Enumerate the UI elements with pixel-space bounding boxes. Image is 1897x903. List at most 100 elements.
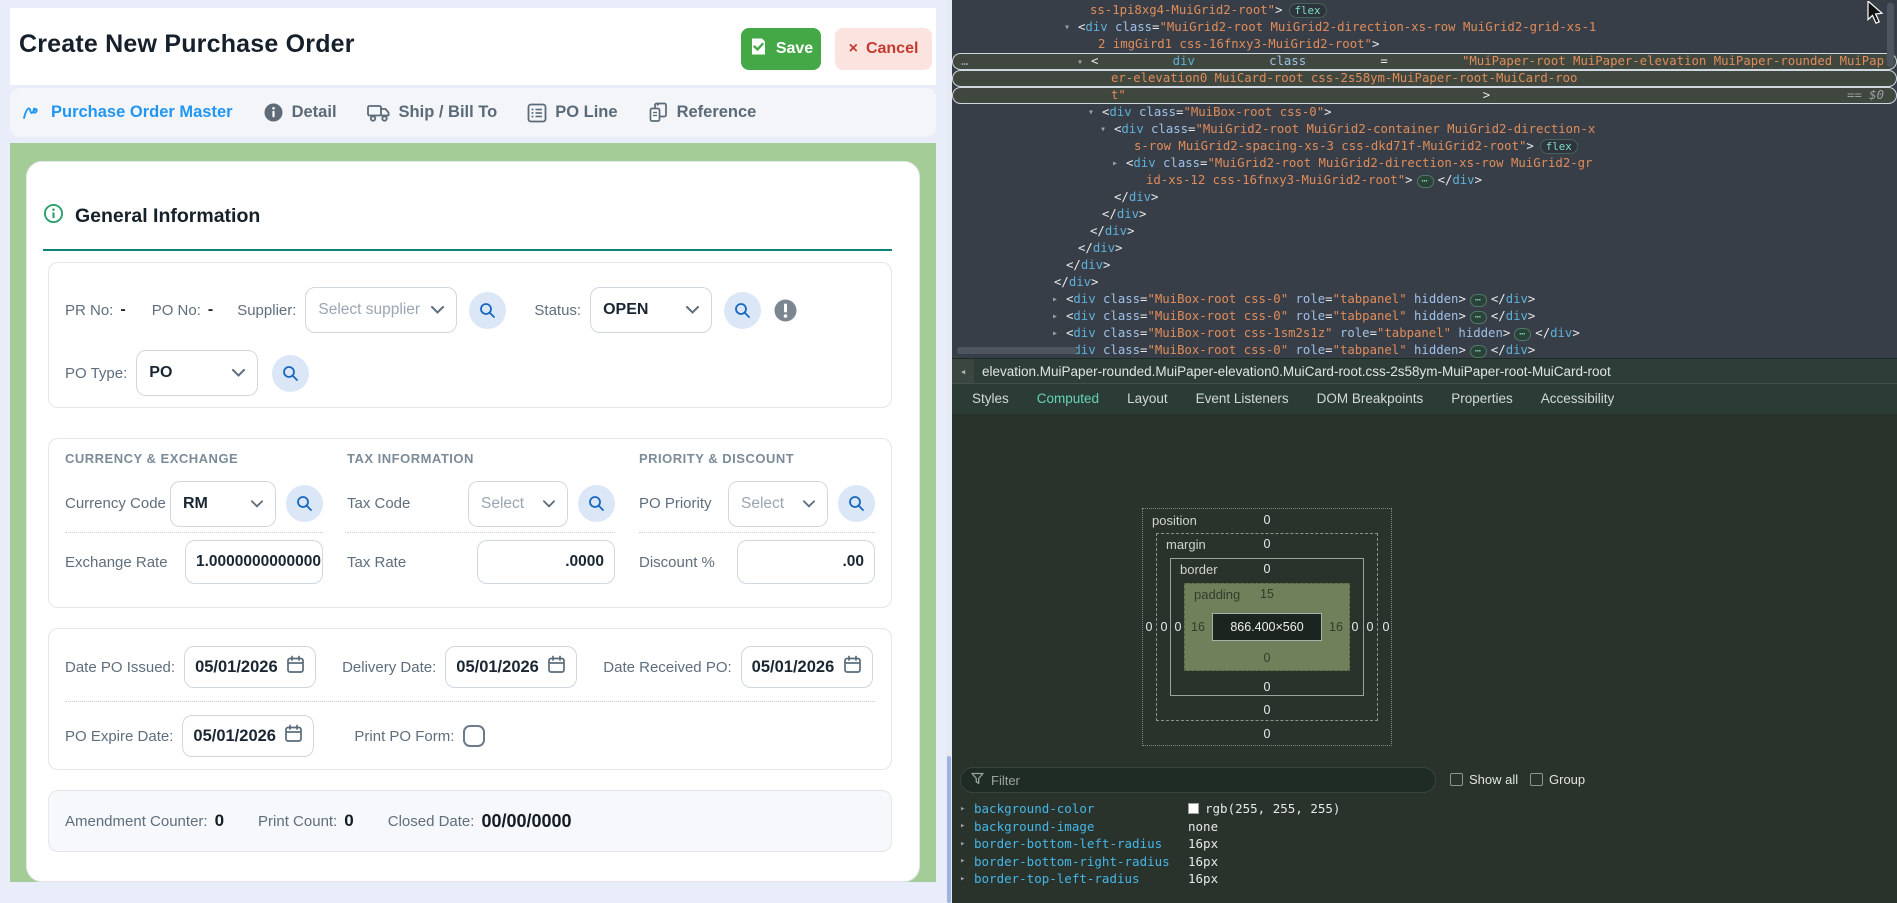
expand-arrow-closed-icon[interactable]: ▸	[1052, 325, 1058, 342]
dom-tree-node[interactable]: …▾<div class="MuiPaper-root MuiPaper-ele…	[952, 53, 1897, 70]
expand-arrow-open-icon[interactable]: ▾	[1064, 19, 1070, 36]
save-button[interactable]: Save	[741, 28, 821, 70]
tab-purchase-order-master[interactable]: Purchase Order Master	[22, 102, 233, 123]
show-all-checkbox[interactable]	[1450, 773, 1463, 786]
computed-property-row[interactable]: ▸border-bottom-right-radius16px	[952, 853, 1897, 871]
color-swatch-icon[interactable]	[1188, 803, 1199, 814]
dom-tree-node[interactable]: </div>	[952, 240, 1897, 257]
dom-tree-node[interactable]: ▸<div class="MuiGrid2-root MuiGrid2-dire…	[952, 155, 1897, 172]
dom-tree-node[interactable]: ss-1pi8xg4-MuiGrid2-root">flex	[952, 2, 1897, 19]
dom-tree-node[interactable]: id-xs-12 css-16fnxy3-MuiGrid2-root">⋯</d…	[952, 172, 1897, 189]
devtools-tab-layout[interactable]: Layout	[1113, 384, 1182, 414]
computed-property-row[interactable]: ▸border-bottom-left-radius16px	[952, 835, 1897, 853]
po-priority-label: PO Priority	[639, 495, 712, 512]
dom-tree-node[interactable]: 2 imgGird1 css-16fnxy3-MuiGrid2-root">	[952, 36, 1897, 53]
node-options-dots[interactable]: …	[961, 53, 968, 70]
tab-detail[interactable]: Detail	[263, 102, 337, 123]
supplier-select[interactable]: Select supplier	[305, 287, 457, 333]
expand-arrow-closed-icon[interactable]: ▸	[1052, 291, 1058, 308]
devtools-tab-event-listeners[interactable]: Event Listeners	[1182, 384, 1303, 414]
pr-no-label: PR No:	[65, 302, 113, 319]
dom-tree-node[interactable]: ▾<div class="MuiGrid2-root MuiGrid2-dire…	[952, 19, 1897, 36]
status-search-button[interactable]	[724, 292, 761, 329]
discount-input[interactable]: .00	[737, 540, 875, 584]
dom-tree-node[interactable]: ▸<div class="MuiBox-root css-0" role="ta…	[952, 342, 1897, 358]
devtools-horizontal-scrollbar[interactable]	[957, 347, 1077, 354]
tax-code-search-button[interactable]	[578, 485, 615, 522]
po-expire-date-input[interactable]: 05/01/2026	[182, 715, 314, 757]
computed-property-row[interactable]: ▸background-imagenone	[952, 818, 1897, 836]
expand-arrow-closed-icon[interactable]: ▸	[1052, 308, 1058, 325]
group-checkbox[interactable]	[1530, 773, 1543, 786]
expand-inline-icon[interactable]: ⋯	[1417, 175, 1434, 188]
po-priority-select[interactable]: Select	[728, 481, 828, 527]
devtools-tab-properties[interactable]: Properties	[1437, 384, 1527, 414]
devtools-tab-computed[interactable]: Computed	[1023, 384, 1113, 414]
scrollbar-thumb[interactable]	[947, 756, 951, 903]
chevron-down-icon	[251, 495, 263, 513]
devtools-tab-dom-breakpoints[interactable]: DOM Breakpoints	[1303, 384, 1438, 414]
tab-reference[interactable]: Reference	[648, 102, 757, 123]
po-type-search-button[interactable]	[272, 355, 309, 392]
currency-select[interactable]: RM	[170, 481, 276, 527]
expand-arrow-closed-icon[interactable]: ▸	[960, 856, 974, 866]
expand-arrow-closed-icon[interactable]: ▸	[960, 804, 974, 814]
po-priority-search-button[interactable]	[838, 485, 875, 522]
dom-tree-node[interactable]: ▸<div class="MuiBox-root css-0" role="ta…	[952, 291, 1897, 308]
filter-input[interactable]: Filter	[960, 767, 1436, 793]
status-select[interactable]: OPEN	[590, 287, 712, 333]
tax-code-select[interactable]: Select	[468, 481, 568, 527]
expand-inline-icon[interactable]: ⋯	[1514, 328, 1531, 341]
dom-tree-node[interactable]: </div>	[952, 223, 1897, 240]
flex-badge[interactable]: flex	[1289, 3, 1327, 18]
cancel-button[interactable]: × Cancel	[835, 28, 932, 70]
chevron-down-icon	[686, 301, 699, 319]
devtools-vertical-scrollbar[interactable]	[1887, 3, 1894, 67]
dom-tree-node[interactable]: er-elevation0 MuiCard-root css-2s58ym-Mu…	[952, 70, 1897, 87]
delivery-date-input[interactable]: 05/01/2026	[445, 646, 577, 688]
expand-arrow-closed-icon[interactable]: ▸	[960, 821, 974, 831]
expand-arrow-closed-icon[interactable]: ▸	[1112, 155, 1118, 172]
print-po-form-checkbox[interactable]	[463, 725, 485, 747]
dom-tree-node[interactable]: </div>	[952, 206, 1897, 223]
computed-property-row[interactable]: ▸background-colorrgb(255, 255, 255)	[952, 800, 1897, 818]
code-token: div	[1452, 173, 1474, 187]
devtools-tab-accessibility[interactable]: Accessibility	[1527, 384, 1629, 414]
tab-ship-bill-to[interactable]: Ship / Bill To	[367, 103, 498, 123]
devtools-tab-styles[interactable]: Styles	[958, 384, 1023, 414]
dom-tree-node[interactable]: ▾<div class="MuiGrid2-root MuiGrid2-cont…	[952, 121, 1897, 138]
computed-property-row[interactable]: ▸border-top-left-radius16px	[952, 870, 1897, 888]
alert-icon	[773, 298, 798, 323]
expand-inline-icon[interactable]: ⋯	[1470, 294, 1487, 307]
dom-tree-node[interactable]: ▾<div class="MuiBox-root css-0">	[952, 104, 1897, 121]
currency-search-button[interactable]	[286, 485, 323, 522]
tax-rate-input[interactable]: .0000	[477, 540, 615, 584]
dom-tree-node[interactable]: ▸<div class="MuiBox-root css-1sm2s1z" ro…	[952, 325, 1897, 342]
flex-badge[interactable]: flex	[1540, 139, 1578, 154]
expand-inline-icon[interactable]: ⋯	[1470, 345, 1487, 358]
dom-tree-node[interactable]: ▸<div class="MuiBox-root css-0" role="ta…	[952, 308, 1897, 325]
info-circle-icon	[43, 203, 64, 229]
po-type-select[interactable]: PO	[136, 350, 258, 396]
date-po-issued-input[interactable]: 05/01/2026	[184, 646, 316, 688]
expand-arrow-open-icon[interactable]: ▾	[1077, 54, 1083, 71]
breadcrumb-back-button[interactable]: ◂	[952, 359, 974, 383]
page-title: Create New Purchase Order	[19, 30, 355, 59]
expand-inline-icon[interactable]: ⋯	[1470, 311, 1487, 324]
dom-tree-node[interactable]: </div>	[952, 274, 1897, 291]
date-received-po-input[interactable]: 05/01/2026	[741, 646, 873, 688]
tab-po-line[interactable]: PO Line	[527, 103, 617, 123]
dom-tree-node[interactable]: s-row MuiGrid2-spacing-xs-3 css-dkd71f-M…	[952, 138, 1897, 155]
dom-tree-node[interactable]: </div>	[952, 189, 1897, 206]
code-token: </	[1090, 224, 1105, 238]
expand-arrow-closed-icon[interactable]: ▸	[960, 839, 974, 849]
expand-arrow-closed-icon[interactable]: ▸	[960, 874, 974, 884]
dom-tree-node[interactable]: t"> == $0	[952, 87, 1897, 104]
expand-arrow-open-icon[interactable]: ▾	[1088, 104, 1094, 121]
code-token: >	[1483, 87, 1490, 104]
expand-arrow-open-icon[interactable]: ▾	[1100, 121, 1106, 138]
code-token: >	[1475, 173, 1482, 187]
exchange-rate-input[interactable]: 1.0000000000000	[185, 540, 323, 584]
supplier-search-button[interactable]	[469, 292, 506, 329]
dom-tree-node[interactable]: </div>	[952, 257, 1897, 274]
